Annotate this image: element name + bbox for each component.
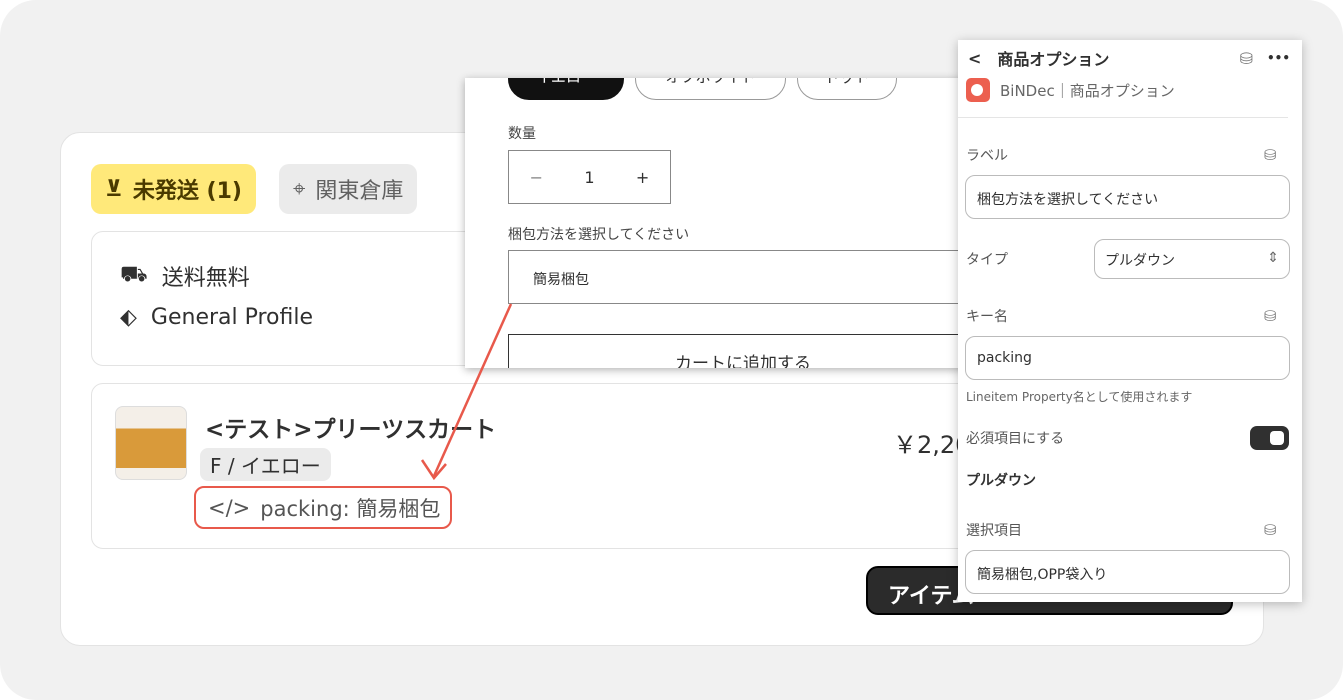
key-input[interactable]: packing <box>965 336 1290 380</box>
divider <box>958 117 1288 118</box>
key-label: キー名 <box>966 309 1008 325</box>
database-icon[interactable]: ⛁ <box>1264 146 1280 164</box>
more-button[interactable]: ••• <box>1267 51 1290 65</box>
option-settings-panel: < 商品オプション ⛁ ••• BiNDec｜商品オプション ラベル ⛁ 梱包方法を選… <box>958 40 1302 602</box>
choices-input[interactable]: 簡易梱包,OPP袋入り <box>965 550 1290 594</box>
required-label: 必須項目にする <box>966 431 1065 447</box>
panel-title: 商品オプション <box>997 50 1110 69</box>
choices-label: 選択項目 <box>966 523 1022 539</box>
required-toggle[interactable] <box>1250 426 1289 450</box>
label-input[interactable]: 梱包方法を選択してください <box>965 175 1290 219</box>
bindec-logo-icon <box>966 78 990 102</box>
database-icon[interactable]: ⛁ <box>1264 521 1280 539</box>
database-icon[interactable]: ⛁ <box>1240 49 1253 68</box>
dropdown-section-heading: プルダウン <box>966 473 1036 489</box>
type-select[interactable]: プルダウン ⇕ <box>1094 239 1290 279</box>
key-help-text: Lineitem Property名として使用されます <box>966 390 1193 404</box>
label-field-label: ラベル <box>966 148 1008 164</box>
chevron-updown-icon: ⇕ <box>1267 250 1279 266</box>
type-label: タイプ <box>966 252 1008 268</box>
database-icon[interactable]: ⛁ <box>1264 307 1280 325</box>
app-name: BiNDec｜商品オプション <box>1000 81 1175 100</box>
back-button[interactable]: < <box>968 49 981 68</box>
